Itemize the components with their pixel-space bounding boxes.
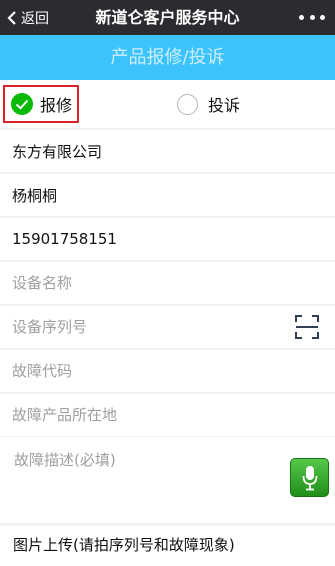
image-upload-label[interactable]: 图片上传(请拍序列号和故障现象) — [0, 526, 335, 566]
back-button[interactable]: 返回 — [6, 0, 49, 35]
location-input[interactable] — [12, 406, 272, 424]
repair-label: 报修 — [40, 96, 73, 115]
more-dots-icon — [299, 15, 304, 20]
company-value: 东方有限公司 — [12, 142, 103, 161]
complaint-radio[interactable]: 投诉 — [177, 85, 240, 123]
top-navbar: 返回 新道仑客户服务中心 — [0, 0, 335, 35]
contact-name-value: 杨桐桐 — [12, 186, 58, 205]
description-field — [0, 437, 335, 523]
device-name-input[interactable] — [12, 274, 272, 292]
page-title: 产品报修/投诉 — [0, 35, 335, 80]
company-field[interactable]: 东方有限公司 — [0, 130, 335, 172]
more-dot — [309, 15, 315, 20]
phone-field[interactable]: 15901758151 — [0, 218, 335, 260]
contact-name-field[interactable]: 杨桐桐 — [0, 174, 335, 216]
microphone-icon — [302, 465, 317, 490]
device-name-field — [0, 262, 335, 304]
chevron-left-icon — [7, 10, 16, 25]
repair-radio[interactable]: 报修 — [3, 85, 79, 123]
fault-code-input[interactable] — [12, 362, 272, 380]
more-dot — [320, 15, 325, 20]
description-input[interactable] — [14, 449, 274, 509]
voice-input-button[interactable] — [290, 458, 329, 497]
fault-code-field — [0, 350, 335, 392]
radio-empty-icon — [177, 93, 198, 115]
check-circle-icon — [11, 93, 33, 115]
more-button[interactable] — [299, 0, 325, 35]
type-selector: 报修 投诉 — [0, 80, 335, 128]
serial-number-input[interactable] — [12, 318, 272, 336]
back-label: 返回 — [21, 10, 49, 27]
complaint-label: 投诉 — [208, 96, 241, 115]
app-title: 新道仑客户服务中心 — [95, 8, 240, 27]
scan-icon[interactable] — [295, 315, 319, 339]
location-field — [0, 394, 335, 436]
serial-number-field — [0, 306, 335, 348]
phone-value: 15901758151 — [12, 230, 117, 248]
